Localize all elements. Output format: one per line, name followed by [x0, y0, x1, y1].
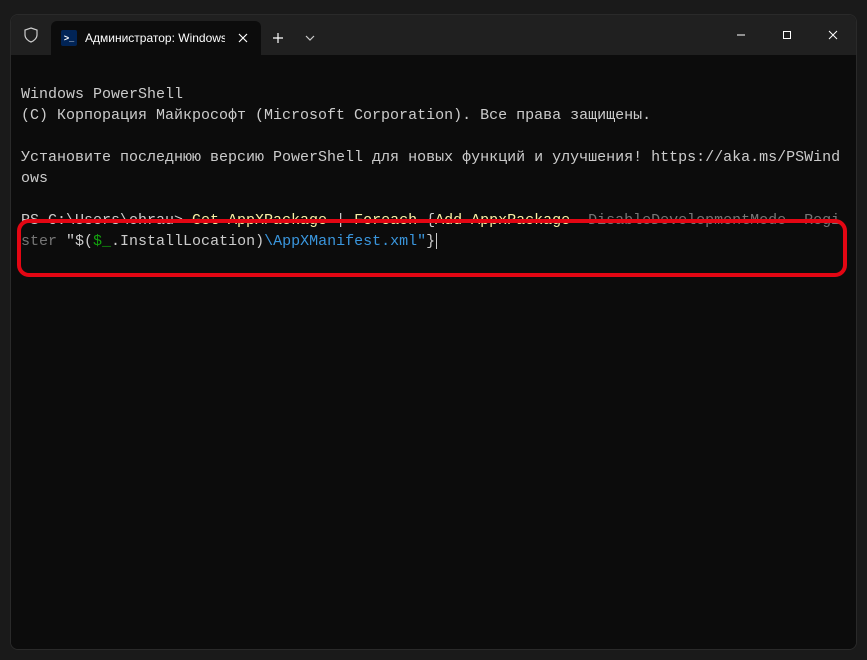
cmd-token: $_	[93, 233, 111, 250]
text-cursor	[436, 233, 437, 249]
close-window-button[interactable]	[810, 15, 856, 55]
tab-powershell[interactable]: >_ Администратор: Windows Pc	[51, 21, 261, 55]
minimize-button[interactable]	[718, 15, 764, 55]
cmd-token: "$(	[66, 233, 93, 250]
cmd-token: Get-AppXPackage	[192, 212, 327, 229]
cmd-token: }	[426, 233, 435, 250]
prompt: PS C:\Users\ohrau>	[21, 212, 192, 229]
output-line: Windows PowerShell	[21, 86, 183, 103]
terminal-body[interactable]: Windows PowerShell (C) Корпорация Майкро…	[11, 55, 856, 649]
terminal-window: >_ Администратор: Windows Pc Windows Pow…	[10, 14, 857, 650]
new-tab-button[interactable]	[261, 21, 295, 55]
cmd-token: Add-AppxPackage	[435, 212, 570, 229]
cmd-token: Foreach	[354, 212, 417, 229]
output-line: Установите последнюю версию PowerShell д…	[21, 149, 840, 187]
powershell-icon: >_	[61, 30, 77, 46]
maximize-button[interactable]	[764, 15, 810, 55]
cmd-token: \AppXManifest.xml"	[264, 233, 426, 250]
tab-title: Администратор: Windows Pc	[85, 31, 225, 45]
window-controls	[718, 15, 856, 55]
cmd-token: |	[327, 212, 354, 229]
cmd-token: .InstallLocation	[111, 233, 255, 250]
tab-dropdown-button[interactable]	[295, 21, 325, 55]
cmd-token: {	[417, 212, 435, 229]
cmd-token: )	[255, 233, 264, 250]
close-tab-button[interactable]	[233, 28, 253, 48]
output-line: (C) Корпорация Майкрософт (Microsoft Cor…	[21, 107, 651, 124]
uac-shield-icon	[11, 15, 51, 55]
titlebar: >_ Администратор: Windows Pc	[11, 15, 856, 55]
